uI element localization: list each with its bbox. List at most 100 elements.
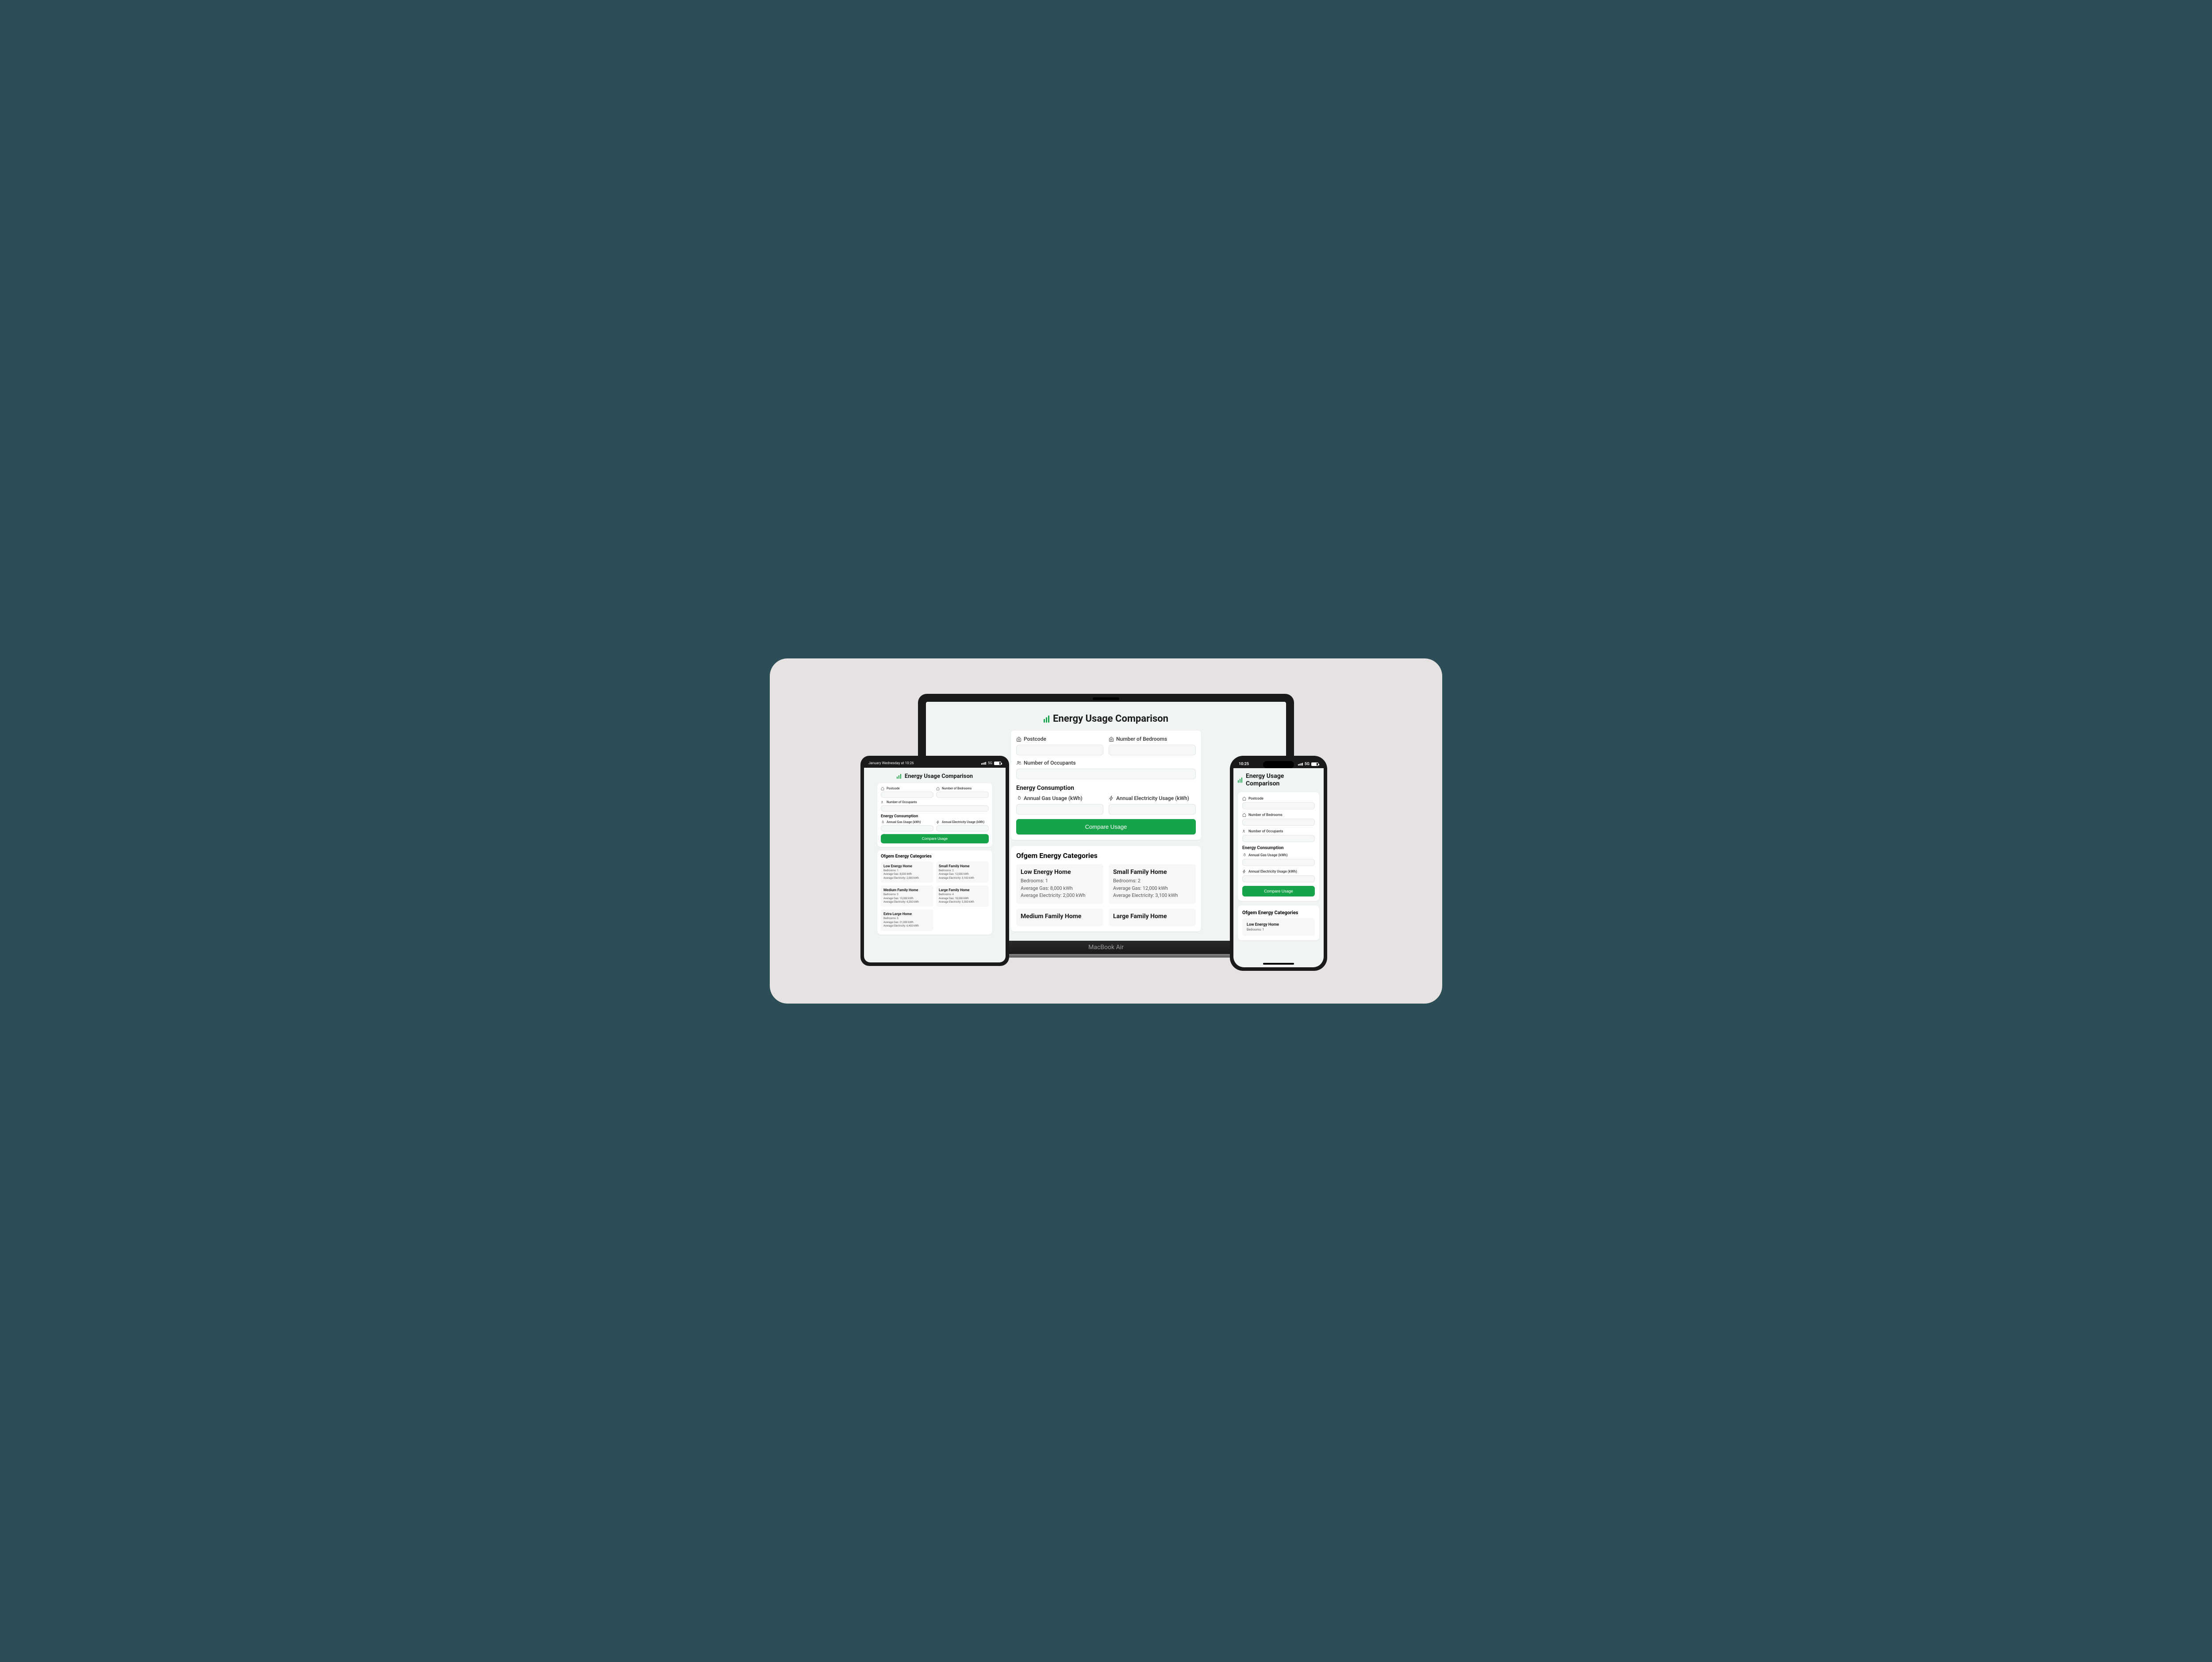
category-elec: Average Electricity: 3,100 kWh (939, 877, 986, 880)
page-title-text: Energy Usage Comparison (1053, 713, 1168, 724)
category-card: Medium Family Home (1016, 908, 1103, 926)
usage-form-card: Postcode Number of Bedrooms (1238, 792, 1319, 901)
bars-icon (1044, 716, 1049, 723)
category-elec: Average Electricity: 5,300 kWh (939, 900, 986, 904)
users-icon (1242, 829, 1246, 833)
tablet-screen: Energy Usage Comparison Postcode (864, 768, 1006, 962)
home-icon (881, 787, 884, 790)
category-title: Extra Large Home (883, 912, 931, 916)
tablet-status-right: 5G (981, 761, 1001, 765)
signal-icon (981, 762, 986, 765)
usage-form-card: Postcode Number of Bedrooms (877, 783, 992, 847)
postcode-input[interactable] (881, 792, 933, 798)
flame-icon (881, 820, 884, 824)
consumption-heading: Energy Consumption (1242, 846, 1315, 850)
occupants-label-text: Number of Occupants (1024, 760, 1076, 766)
elec-label-text: Annual Electricity Usage (kWh) (1116, 795, 1189, 801)
category-bedrooms: Bedrooms: 5 (883, 917, 931, 920)
occupants-field: Number of Occupants (1242, 829, 1315, 842)
phone-home-indicator (1263, 963, 1294, 965)
occupants-field: Number of Occupants (881, 800, 989, 812)
bedrooms-input[interactable] (936, 792, 989, 798)
occupants-input[interactable] (1242, 835, 1315, 842)
compare-button[interactable]: Compare Usage (1242, 886, 1315, 896)
consumption-heading: Energy Consumption (881, 814, 989, 819)
category-card: Medium Family Home Bedrooms: 3 Average G… (881, 885, 933, 907)
postcode-field: Postcode (1016, 736, 1103, 755)
category-card: Small Family Home Bedrooms: 2 Average Ga… (1109, 864, 1196, 904)
gas-label: Annual Gas Usage (kWh) (1242, 853, 1315, 857)
occupants-input[interactable] (1016, 769, 1196, 779)
bedrooms-input[interactable] (1242, 819, 1315, 826)
gas-input[interactable] (1242, 859, 1315, 866)
category-gas: Average Gas: 12,000 kWh (1113, 885, 1191, 893)
phone-bezel: 10:25 5G Energy Usage Comparison (1230, 756, 1327, 971)
bolt-icon (936, 820, 940, 824)
compare-button[interactable]: Compare Usage (1016, 819, 1196, 835)
gas-input[interactable] (1016, 804, 1103, 815)
gas-field: Annual Gas Usage (kWh) (881, 820, 933, 831)
gas-field: Annual Gas Usage (kWh) (1016, 795, 1103, 815)
postcode-label-text: Postcode (1024, 736, 1046, 742)
bedrooms-input[interactable] (1109, 745, 1196, 755)
category-gas: Average Gas: 8,000 kWh (883, 873, 931, 876)
bedrooms-field: Number of Bedrooms (1242, 813, 1315, 826)
elec-input[interactable] (1242, 875, 1315, 882)
elec-input[interactable] (936, 825, 989, 831)
category-title: Medium Family Home (1021, 913, 1099, 920)
battery-icon (1311, 762, 1318, 766)
app-root: Energy Usage Comparison Postcode (1233, 768, 1324, 945)
category-title: Large Family Home (1113, 913, 1191, 920)
category-gas: Average Gas: 18,000 kWh (939, 897, 986, 900)
bolt-icon (1109, 796, 1114, 801)
home-icon (1016, 736, 1022, 742)
elec-label: Annual Electricity Usage (kWh) (936, 820, 989, 824)
category-bedrooms: Bedrooms: 1 (883, 869, 931, 873)
home-icon (1242, 813, 1246, 817)
category-elec: Average Electricity: 2,000 kWh (883, 877, 931, 880)
category-title: Low Energy Home (1247, 923, 1310, 927)
bars-icon (897, 774, 901, 779)
phone-status-time: 10:25 (1239, 762, 1249, 766)
category-card: Small Family Home Bedrooms: 2 Average Ga… (936, 862, 989, 883)
gas-input[interactable] (881, 825, 933, 831)
page-title: Energy Usage Comparison (930, 713, 1282, 724)
postcode-label: Postcode (881, 787, 933, 790)
occupants-input[interactable] (881, 805, 989, 812)
bedrooms-label-text: Number of Bedrooms (942, 787, 972, 790)
postcode-label-text: Postcode (887, 787, 900, 790)
bolt-icon (1242, 869, 1246, 873)
elec-label-text: Annual Electricity Usage (kWh) (942, 820, 984, 824)
consumption-heading: Energy Consumption (1016, 785, 1196, 792)
categories-heading: Ofgem Energy Categories (1016, 851, 1196, 860)
category-card: Large Family Home (1109, 908, 1196, 926)
category-title: Low Energy Home (1021, 869, 1099, 876)
category-bedrooms: Bedrooms: 2 (1113, 877, 1191, 885)
elec-field: Annual Electricity Usage (kWh) (1242, 869, 1315, 882)
categories-heading: Ofgem Energy Categories (881, 854, 989, 859)
occupants-label: Number of Occupants (1016, 760, 1196, 766)
device-mockup-stage: Energy Usage Comparison Postcode (770, 658, 1442, 1004)
postcode-field: Postcode (881, 787, 933, 798)
category-bedrooms: Bedrooms: 4 (939, 893, 986, 896)
category-title: Small Family Home (1113, 869, 1191, 876)
category-card: Low Energy Home Bedrooms: 1 Average Gas:… (881, 862, 933, 883)
elec-input[interactable] (1109, 804, 1196, 815)
postcode-input[interactable] (1242, 802, 1315, 809)
category-card: Low Energy Home Bedrooms: 1 Average Gas:… (1016, 864, 1103, 904)
compare-button[interactable]: Compare Usage (881, 834, 989, 843)
category-gas: Average Gas: 15,000 kWh (883, 897, 931, 900)
bedrooms-label: Number of Bedrooms (1109, 736, 1196, 742)
page-title-text: Energy Usage Comparison (1246, 773, 1303, 788)
bedrooms-label-text: Number of Bedrooms (1248, 813, 1283, 817)
category-gas: Average Gas: 21,000 kWh (883, 921, 931, 924)
category-elec: Average Electricity: 6,400 kWh (883, 924, 931, 928)
postcode-field: Postcode (1242, 796, 1315, 809)
occupants-label: Number of Occupants (1242, 829, 1315, 833)
gas-label-text: Annual Gas Usage (kWh) (887, 820, 921, 824)
postcode-input[interactable] (1016, 745, 1103, 755)
tablet-bezel: January Wednesday at 10:26 5G Energy Usa… (860, 756, 1009, 966)
elec-field: Annual Electricity Usage (kWh) (936, 820, 989, 831)
home-icon (936, 787, 940, 790)
elec-field: Annual Electricity Usage (kWh) (1109, 795, 1196, 815)
